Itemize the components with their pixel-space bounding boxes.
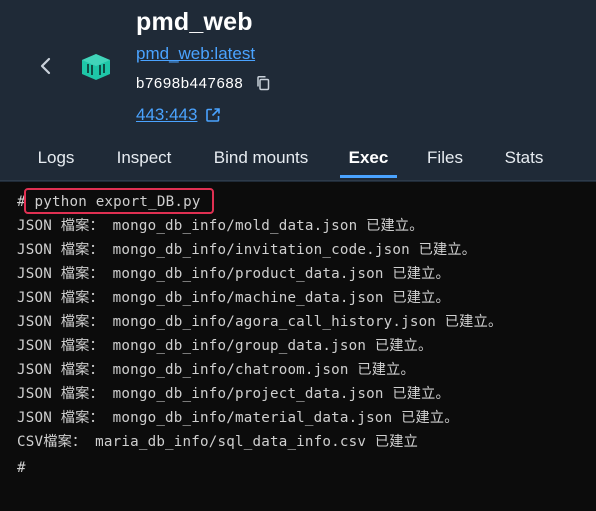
container-header: pmd_web pmd_web:latest b7698b447688 443:… bbox=[0, 0, 596, 140]
tab-logs[interactable]: Logs bbox=[36, 140, 76, 178]
active-tab-indicator bbox=[340, 175, 397, 178]
tab-inspect[interactable]: Inspect bbox=[114, 140, 174, 178]
port-row: 443:443 bbox=[136, 104, 221, 126]
tab-files[interactable]: Files bbox=[425, 140, 465, 178]
terminal-output-line: CSV檔案： maria_db_info/sql_data_info.csv 已… bbox=[17, 434, 419, 450]
terminal-output-line: JSON 檔案： mongo_db_info/invitation_code.j… bbox=[17, 242, 477, 258]
port-link[interactable]: 443:443 bbox=[136, 105, 197, 125]
terminal-output-line: JSON 檔案： mongo_db_info/mold_data.json 已建… bbox=[17, 218, 424, 234]
terminal-last-prompt: # bbox=[17, 460, 26, 476]
external-link-icon[interactable] bbox=[205, 107, 221, 123]
tab-stats[interactable]: Stats bbox=[502, 140, 546, 178]
tab-bind-mounts[interactable]: Bind mounts bbox=[211, 140, 311, 178]
terminal-output-line: JSON 檔案： mongo_db_info/group_data.json 已… bbox=[17, 338, 433, 354]
image-link[interactable]: pmd_web:latest bbox=[136, 44, 255, 64]
terminal-output-line: JSON 檔案： mongo_db_info/project_data.json… bbox=[17, 386, 450, 402]
terminal-output-line: JSON 檔案： mongo_db_info/agora_call_histor… bbox=[17, 314, 503, 330]
docker-container-icon bbox=[78, 52, 114, 82]
copy-icon[interactable] bbox=[255, 75, 271, 91]
tab-bar: Logs Inspect Bind mounts Exec Files Stat… bbox=[0, 140, 596, 181]
terminal-output-line: JSON 檔案： mongo_db_info/product_data.json… bbox=[17, 266, 450, 282]
command-highlight-box bbox=[24, 188, 214, 214]
chevron-left-icon bbox=[40, 57, 51, 75]
container-title: pmd_web bbox=[136, 8, 253, 36]
tab-exec[interactable]: Exec bbox=[340, 140, 397, 178]
terminal-output-line: JSON 檔案： mongo_db_info/machine_data.json… bbox=[17, 290, 450, 306]
container-id-row: b7698b447688 bbox=[136, 73, 271, 93]
terminal-output-line: JSON 檔案： mongo_db_info/material_data.jso… bbox=[17, 410, 459, 426]
terminal-output-line: JSON 檔案： mongo_db_info/chatroom.json 已建立… bbox=[17, 362, 415, 378]
back-button[interactable] bbox=[34, 52, 58, 80]
container-id: b7698b447688 bbox=[136, 74, 244, 92]
exec-terminal[interactable]: # python export_DB.py JSON 檔案： mongo_db_… bbox=[0, 182, 596, 511]
